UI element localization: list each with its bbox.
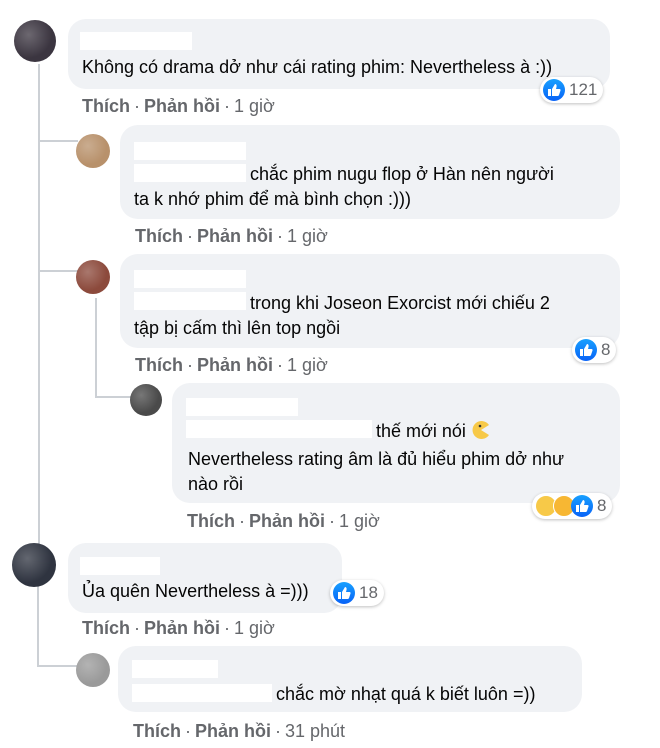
reaction-number: 121 — [569, 80, 598, 99]
avatar[interactable] — [14, 20, 56, 62]
like-button[interactable]: Thích — [135, 226, 183, 246]
comment-text: Không có drama dở như cái rating phim: N… — [82, 57, 553, 77]
reply-button[interactable]: Phản hồi — [197, 226, 273, 246]
avatar[interactable] — [76, 260, 110, 294]
pacman-emoji-icon — [472, 421, 489, 439]
like-button[interactable]: Thích — [82, 96, 130, 116]
reply-button[interactable]: Phản hồi — [144, 96, 220, 116]
like-button[interactable]: Thích — [82, 618, 130, 638]
reaction-count[interactable]: 8 — [532, 493, 613, 519]
author-name-redacted[interactable] — [134, 292, 246, 310]
reaction-count[interactable]: 18 — [330, 580, 384, 606]
thread-line — [38, 270, 78, 272]
like-button[interactable]: Thích — [133, 721, 181, 741]
reply-button[interactable]: Phản hồi — [144, 618, 220, 638]
reaction-number: 8 — [601, 340, 611, 359]
author-name-redacted[interactable] — [134, 270, 246, 288]
reaction-number: 8 — [597, 496, 607, 515]
reaction-number: 18 — [359, 583, 378, 602]
thread-line — [95, 298, 97, 396]
author-name-redacted[interactable] — [186, 398, 298, 416]
reply-button[interactable]: Phản hồi — [197, 355, 273, 375]
comment-actions: Thích · Phản hồi · 1 giờ — [135, 226, 328, 246]
timestamp[interactable]: 1 giờ — [287, 226, 328, 246]
like-button[interactable]: Thích — [135, 355, 183, 375]
thread-line — [38, 140, 78, 142]
author-name-redacted[interactable] — [186, 420, 372, 438]
avatar[interactable] — [12, 543, 56, 587]
timestamp[interactable]: 1 giờ — [234, 96, 275, 116]
comment-actions: Thích · Phản hồi · 1 giờ — [135, 355, 328, 375]
author-name-redacted[interactable] — [80, 557, 160, 575]
reply-button[interactable]: Phản hồi — [195, 721, 271, 741]
author-name-redacted[interactable] — [80, 32, 192, 50]
reaction-count[interactable]: 8 — [572, 337, 617, 363]
timestamp[interactable]: 1 giờ — [339, 511, 380, 531]
comment-actions: Thích · Phản hồi · 1 giờ — [82, 618, 275, 638]
comment-text: chắc mờ nhạt quá k biết luôn =)) — [276, 684, 536, 704]
avatar[interactable] — [76, 653, 110, 687]
author-name-redacted[interactable] — [132, 684, 272, 702]
comment-actions: Thích · Phản hồi · 1 giờ — [82, 96, 275, 116]
timestamp[interactable]: 1 giờ — [234, 618, 275, 638]
timestamp[interactable]: 31 phút — [285, 721, 345, 741]
thread-line — [38, 64, 40, 548]
like-icon — [571, 495, 593, 517]
comment-text: trong khi Joseon Exorcist mới chiếu 2 — [250, 293, 550, 313]
reply-button[interactable]: Phản hồi — [249, 511, 325, 531]
author-name-redacted[interactable] — [132, 660, 218, 678]
like-icon — [333, 582, 355, 604]
comment-text: tập bị cấm thì lên top ngồi — [134, 318, 341, 338]
comment-actions: Thích · Phản hồi · 31 phút — [133, 721, 346, 741]
comment-text: Ủa quên Nevertheless à =))) — [82, 581, 309, 601]
like-button[interactable]: Thích — [187, 511, 235, 531]
avatar[interactable] — [76, 134, 110, 168]
comment-text: chắc phim nugu flop ở Hàn nên người — [250, 164, 554, 184]
author-name-redacted[interactable] — [134, 142, 246, 160]
comment-actions: Thích · Phản hồi · 1 giờ — [187, 511, 380, 531]
comment-text: nào rồi — [188, 474, 244, 494]
comment-text: thế mới nói — [376, 418, 491, 444]
author-name-redacted[interactable] — [134, 164, 246, 182]
comment-text: Nevertheless rating âm là đủ hiểu phim d… — [188, 449, 565, 469]
thread-line — [37, 585, 39, 665]
avatar[interactable] — [130, 384, 162, 416]
like-icon — [543, 79, 565, 101]
reaction-count[interactable]: 121 — [540, 77, 604, 103]
comment-text-part: thế mới nói — [376, 421, 466, 441]
comment-text: ta k nhớ phim để mà bình chọn :))) — [134, 189, 411, 209]
thread-line — [37, 665, 77, 667]
thread-line — [95, 396, 131, 398]
timestamp[interactable]: 1 giờ — [287, 355, 328, 375]
like-icon — [575, 339, 597, 361]
